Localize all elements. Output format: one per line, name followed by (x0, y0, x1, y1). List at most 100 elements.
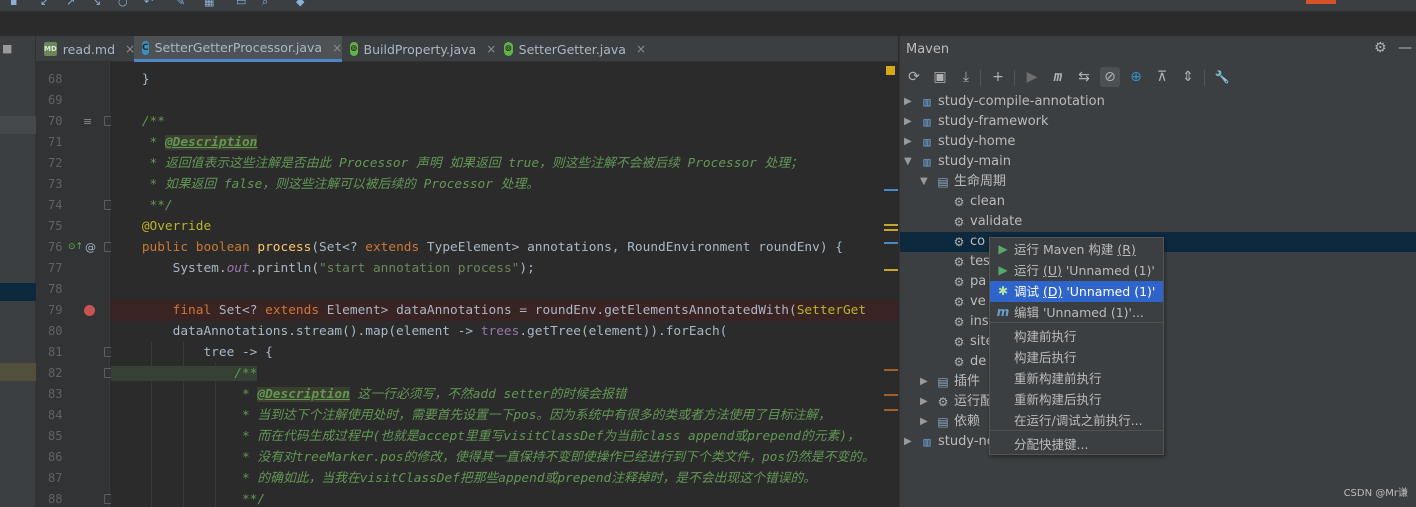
tree-item[interactable]: ⚙ validate (900, 212, 1416, 232)
menu-item-label: 运行 Maven 构建 (1014, 242, 1118, 257)
menu-item[interactable]: 分配快捷键... (990, 434, 1163, 455)
expand-icon[interactable]: ⇕ (1178, 67, 1198, 87)
marker[interactable] (884, 242, 898, 244)
gear-icon: ⚙ (953, 315, 965, 329)
marker[interactable] (884, 189, 898, 191)
close-icon[interactable]: × (332, 41, 342, 55)
back-icon[interactable]: ↙ (40, 0, 52, 8)
tab-settergetter-java[interactable]: ⊚ SetterGetter.java × (496, 36, 646, 62)
chevron-right-icon[interactable]: ▶ (904, 92, 914, 112)
revert-icon[interactable]: ↶ (144, 0, 156, 8)
chevron-right-icon[interactable]: ▶ (904, 132, 914, 152)
marker[interactable] (884, 394, 898, 396)
menu-item[interactable]: 重新构建后执行 (990, 389, 1163, 410)
project-tab-icon[interactable]: ■ (0, 36, 36, 62)
marker[interactable] (884, 224, 898, 226)
close-icon[interactable]: × (486, 42, 496, 56)
tree-item[interactable]: ▼ ▤ 生命周期 (900, 172, 1416, 192)
chevron-down-icon[interactable]: ▼ (920, 172, 930, 192)
chevron-right-icon[interactable]: ▶ (920, 392, 930, 412)
reload-icon[interactable]: ⟳ (904, 67, 924, 87)
menu-item[interactable]: m 编辑 'Unnamed (1)'... (990, 302, 1163, 323)
forward-icon[interactable]: ↗ (66, 0, 78, 8)
warning-icon[interactable] (886, 66, 895, 75)
minimize-icon[interactable]: — (1398, 40, 1412, 56)
close-icon[interactable]: × (636, 42, 646, 56)
chevron-right-icon[interactable]: ▶ (904, 112, 914, 132)
tree-item[interactable]: ▶ ▥ study-compile-annotation (900, 92, 1416, 112)
nav-icon[interactable]: ↘ (92, 0, 104, 8)
show-dependencies-icon[interactable]: ⊕ (1126, 67, 1146, 87)
skip-tests-icon[interactable]: ⊘ (1100, 67, 1120, 87)
structure-icon[interactable]: ▦ (204, 0, 216, 8)
override-icon[interactable]: ⊙↑ (68, 237, 83, 258)
tab-read-md[interactable]: MD read.md × (36, 36, 135, 62)
tab-settergetterprocessor-java[interactable]: C SetterGetterProcessor.java × (134, 36, 342, 62)
marker[interactable] (884, 229, 898, 231)
toggle-offline-icon[interactable]: ⇆ (1074, 67, 1094, 87)
menu-item[interactable]: 在运行/调试之前执行... (990, 410, 1163, 431)
chevron-down-icon[interactable]: ▼ (904, 152, 914, 172)
chevron-right-icon[interactable]: ▶ (920, 412, 930, 432)
collapse-icon[interactable]: ⊼ (1152, 67, 1172, 87)
history-icon[interactable]: ○ (118, 0, 130, 8)
menu-item[interactable]: ▶ 运行 Maven 构建 (R) (990, 239, 1163, 260)
toolbar-separator (1204, 70, 1205, 86)
left-tool-strip: ■ (0, 36, 36, 507)
code-token: Set<? (218, 303, 266, 318)
line-number: 88 (48, 492, 63, 506)
menu-separator (990, 322, 1163, 323)
doc-comment-icon[interactable]: ≡ (83, 111, 92, 132)
toolbar-icon[interactable]: ▪ (10, 0, 22, 8)
chevron-right-icon[interactable]: ▶ (904, 432, 914, 452)
tab-label: SetterGetterProcessor.java (154, 40, 323, 55)
code-token: * (111, 387, 258, 402)
maven-header: Maven ⚙ — (900, 36, 1416, 62)
code-token: * (111, 135, 165, 150)
code-line: * 的确如此，当我在visitClassDef把那些append或prepend… (111, 468, 898, 489)
tab-buildproperty-java[interactable]: ⊚ BuildProperty.java × (342, 36, 496, 62)
code-line: /** (111, 111, 898, 132)
tab-label: read.md (62, 41, 116, 57)
menu-item[interactable]: 重新构建前执行 (990, 368, 1163, 389)
tree-item[interactable]: ▶ ▥ study-home (900, 132, 1416, 152)
code-line: * 如果返回 false，则这些注解可以被后续的 Processor 处理。 (111, 174, 898, 195)
plugin-icon[interactable]: ◆ (296, 0, 308, 8)
scroll-markers (880, 62, 898, 507)
tree-item[interactable]: ▼ ▥ study-main (900, 152, 1416, 172)
menu-item[interactable]: ▶ 运行 (U) 'Unnamed (1)' (990, 260, 1163, 281)
menu-item[interactable]: ✱ 调试 (D) 'Unnamed (1)' (990, 281, 1163, 302)
marker[interactable] (884, 269, 898, 271)
code-token: extends (265, 303, 327, 318)
breakpoint-icon[interactable] (84, 305, 95, 316)
chevron-right-icon[interactable]: ▶ (920, 372, 930, 392)
tree-item-label: 依赖 (954, 414, 981, 429)
plus-icon[interactable]: + (988, 67, 1008, 87)
code-editor[interactable]: } /** * @Description * 返回值表示这些注解是否由此 Pro… (111, 62, 898, 507)
code-line: * 而在代码生成过程中(也就是accept里重写visitClassDef为当前… (111, 426, 898, 447)
download-icon[interactable]: ⤓ (956, 67, 976, 87)
run-icon[interactable]: ▶ (1022, 67, 1042, 87)
menu-item[interactable]: 构建后执行 (990, 347, 1163, 368)
run-icon: ▶ (998, 263, 1008, 277)
line-number: 69 (48, 93, 63, 107)
edit-icon[interactable]: ✎ (176, 0, 188, 8)
settings-wrench-icon[interactable]: 🔧 (1212, 67, 1232, 87)
code-token: TypeElement> annotations, RoundEnvironme… (426, 240, 843, 255)
marker[interactable] (884, 409, 898, 411)
tree-item[interactable]: ▶ ▥ study-framework (900, 112, 1416, 132)
window-icon[interactable]: ▭ (236, 0, 248, 8)
menu-item[interactable]: 构建前执行 (990, 326, 1163, 347)
add-folder-icon[interactable]: ▣ (930, 67, 950, 87)
annotation-icon[interactable]: @ (85, 237, 96, 258)
gear-icon: ⚙ (953, 235, 965, 249)
code-token: **/ (111, 198, 173, 213)
maven-goal-icon[interactable]: m (1048, 67, 1068, 87)
menu-item-label: 重新构建前执行 (1014, 371, 1102, 386)
tree-item[interactable]: ⚙ clean (900, 192, 1416, 212)
code-token: Element> dataAnnotations = roundEnv.getE… (326, 303, 797, 318)
settings-gear-icon[interactable]: ⚙ (1374, 40, 1387, 56)
folder-icon: ▤ (937, 375, 949, 389)
marker[interactable] (884, 369, 898, 371)
search-icon[interactable]: ⌕ (262, 0, 274, 8)
